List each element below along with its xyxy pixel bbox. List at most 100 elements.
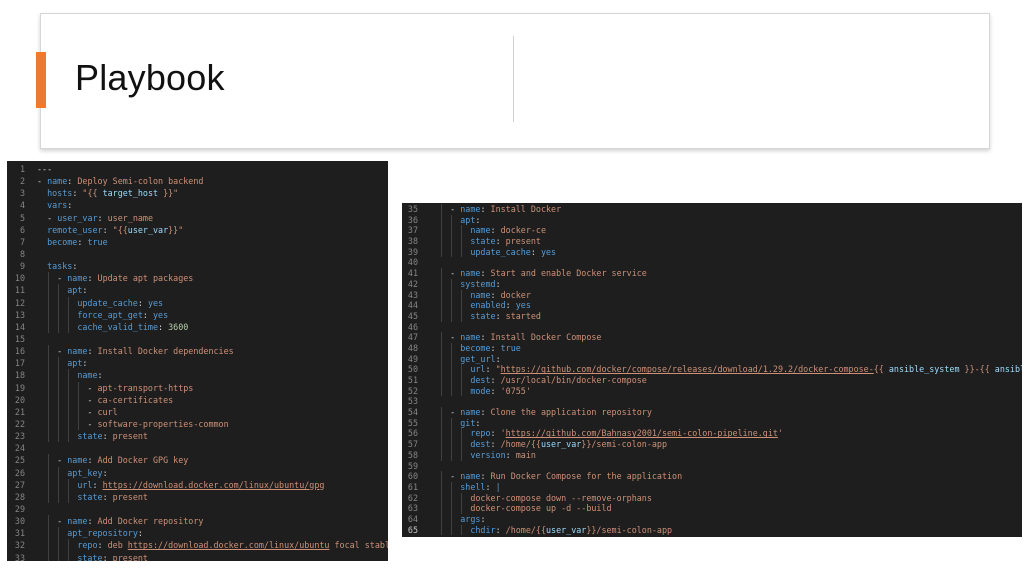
code-token: - (450, 332, 461, 343)
line-number: 14 (14, 321, 25, 332)
code-token: - (37, 176, 48, 187)
code-line: 49 get_url: (402, 353, 1022, 365)
code-line: 55 git: (402, 417, 1022, 429)
indent-guide (451, 524, 453, 536)
code-token: become (47, 236, 78, 247)
line-number: 63 (407, 503, 418, 514)
indent-guide (451, 417, 453, 429)
indent-guide (441, 310, 443, 322)
line-number: 40 (407, 257, 418, 268)
line-number: 45 (407, 310, 418, 321)
code-line: 65 chdir: /home/{{user_var}}/semi-colon-… (402, 524, 1022, 536)
line-number: 23 (14, 431, 25, 442)
indent-guide (451, 503, 453, 514)
line-number: 30 (14, 516, 25, 527)
code-line: 32 repo: deb https://download.docker.com… (7, 539, 388, 552)
indent-guide (441, 236, 443, 247)
line-number: 11 (14, 285, 25, 296)
indent-guide (78, 417, 80, 431)
code-token: }}" (168, 224, 184, 235)
code-token: target_host (102, 188, 159, 199)
line-number: 61 (407, 481, 418, 492)
indent-guide (451, 342, 453, 354)
code-line: 12 update_cache: yes (7, 296, 388, 309)
indent-guide (58, 551, 60, 561)
indent-guide (441, 385, 443, 397)
code-token[interactable]: https://github.com/docker/compose/releas… (501, 364, 874, 374)
code-line: 37 name: docker-ce (402, 225, 1022, 237)
indent-guide (451, 428, 453, 440)
code-token: name (77, 370, 98, 381)
line-number: 19 (14, 382, 25, 393)
indent-guide (441, 278, 443, 290)
line-number: 27 (14, 479, 25, 490)
indent-guide (441, 503, 443, 514)
code-token[interactable]: https://download.docker.com/linux/ubuntu (128, 540, 330, 550)
indent-guide (48, 345, 50, 358)
code-token: name (67, 516, 88, 527)
line-number: 64 (407, 513, 418, 524)
code-line: 14 cache_valid_time: 3600 (7, 320, 388, 333)
title-accent-bar (36, 52, 46, 108)
line-number: 6 (19, 224, 25, 235)
line-number: 10 (14, 273, 25, 284)
code-line: 22 - software-properties-common (7, 417, 388, 431)
code-token: - (87, 406, 98, 417)
code-token: yes (153, 309, 169, 320)
code-line: 19 - apt-transport-https (7, 381, 388, 394)
code-line: 29 (7, 503, 388, 515)
code-token: Add Docker GPG key (97, 455, 189, 466)
code-token: become (460, 342, 491, 353)
line-number: 29 (14, 503, 25, 514)
code-token: state (470, 310, 496, 321)
code-token: : (82, 358, 88, 369)
code-token: apt_key (67, 467, 103, 478)
code-token: : (67, 200, 73, 211)
code-token: : (67, 176, 78, 187)
code-token[interactable]: https://github.com/Bahnasy2001/semi-colo… (506, 428, 778, 438)
line-number: 3 (19, 188, 25, 199)
line-number: 42 (407, 278, 418, 289)
indent-guide (58, 369, 60, 382)
code-token: docker (500, 289, 531, 300)
indent-guide (58, 308, 60, 321)
code-token: user_name (107, 212, 154, 223)
indent-guide (451, 300, 453, 311)
indent-guide (441, 332, 443, 343)
code-token: name (460, 407, 481, 418)
code-token: : (495, 278, 501, 289)
indent-guide (451, 375, 453, 386)
line-number: 36 (407, 214, 418, 225)
code-token: }}-{{ (959, 364, 995, 375)
code-line: 46 (402, 322, 1022, 333)
line-number: 50 (407, 364, 418, 375)
code-token: - (87, 394, 98, 405)
code-token: chdir (470, 524, 496, 535)
code-token: ansible_architecture (994, 364, 1022, 375)
code-line: 5 - user_var: user_name (7, 212, 388, 224)
code-token: - (57, 346, 68, 357)
line-number: 35 (407, 204, 418, 214)
indent-guide (461, 236, 463, 247)
indent-guide (451, 513, 453, 525)
code-token[interactable]: https://download.docker.com/linux/ubuntu… (103, 480, 325, 490)
code-token: : (495, 310, 506, 321)
line-number: 17 (14, 358, 25, 369)
code-line: 21 - curl (7, 405, 388, 418)
code-token: {{ (873, 364, 889, 375)
code-token: : (87, 346, 98, 357)
code-token: - (57, 516, 68, 527)
code-token: | (495, 481, 501, 492)
code-token: docker-compose down --remove-orphans (470, 492, 652, 503)
code-token: name (460, 471, 481, 482)
line-number: 33 (14, 552, 25, 562)
